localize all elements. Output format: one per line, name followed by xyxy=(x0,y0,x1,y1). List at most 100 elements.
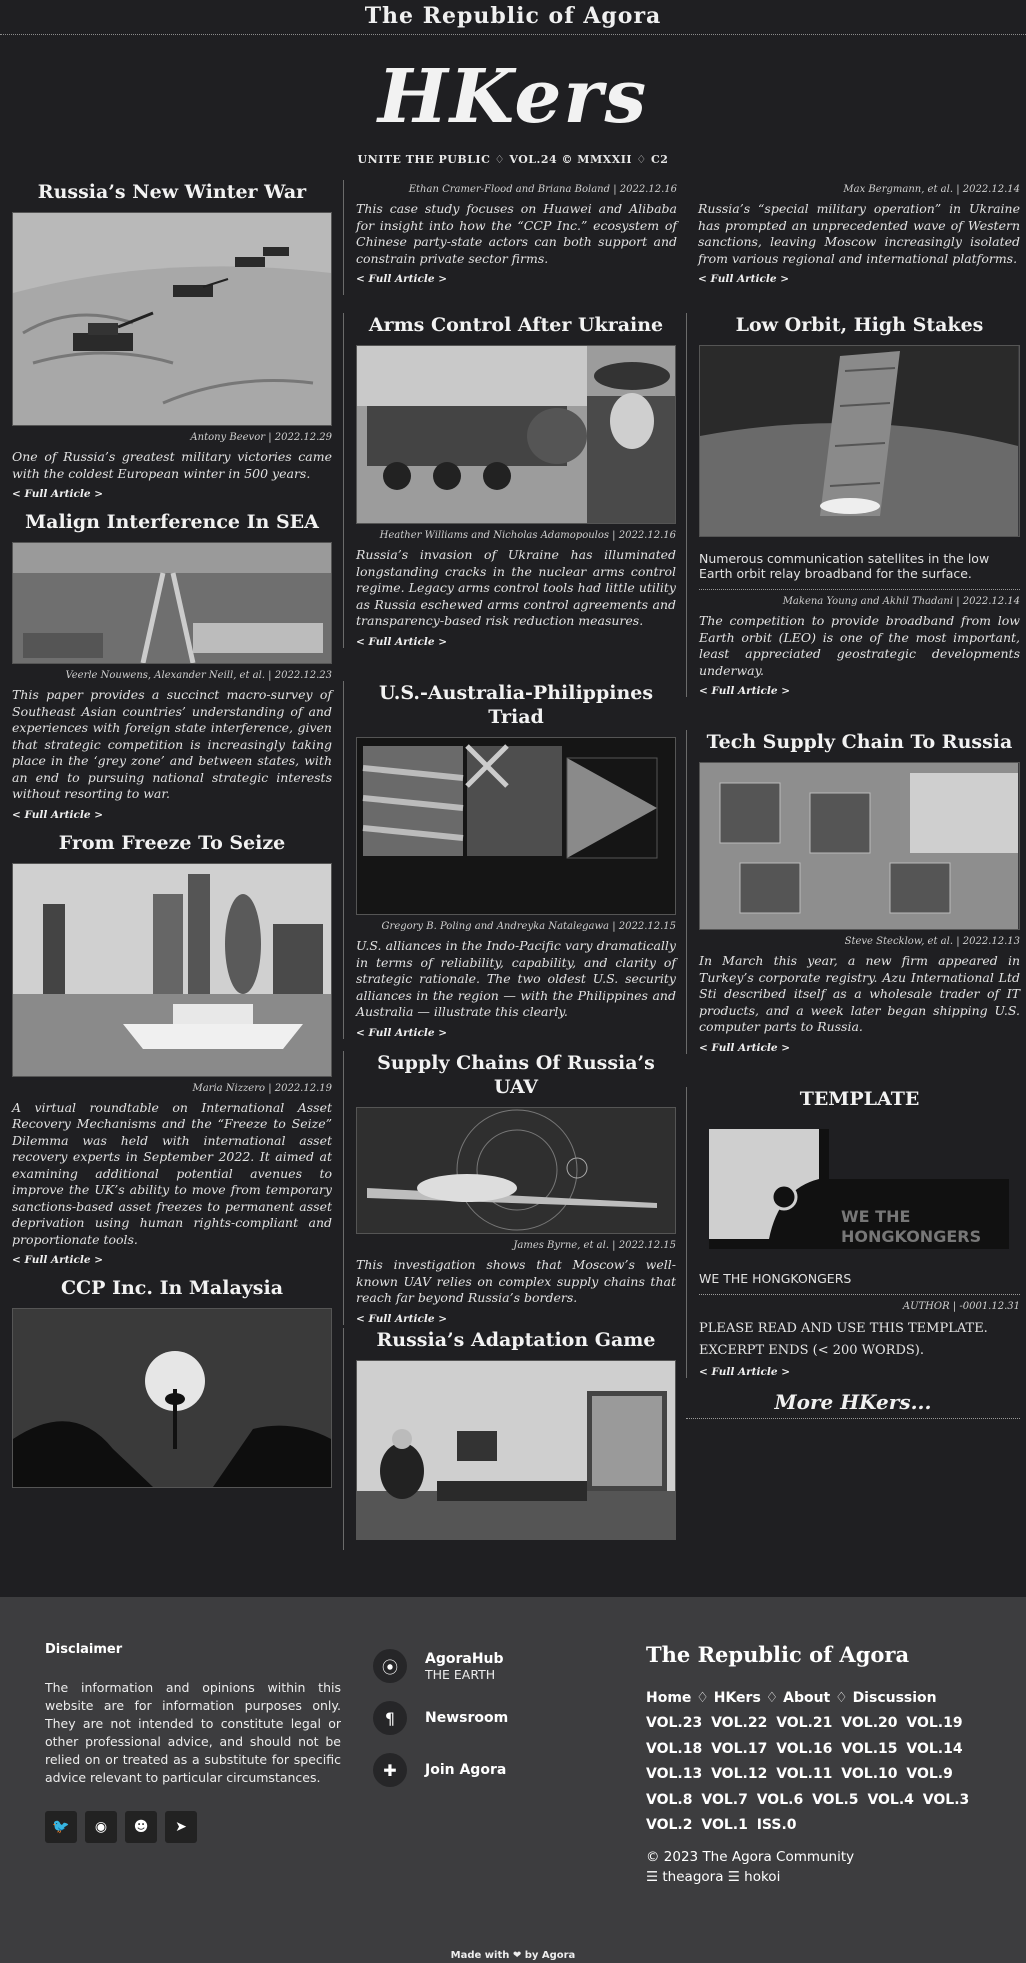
social-links: 🐦 ◉ ☻ ➤ xyxy=(45,1811,341,1843)
article-title[interactable]: Tech Supply Chain To Russia xyxy=(699,730,1020,754)
article-title[interactable]: Malign Interference In SEA xyxy=(12,510,332,534)
footer-extra-links[interactable]: ☰ theagora ☰ hokoi xyxy=(646,1867,996,1887)
article-excerpt: Russia’s “special military operation” in… xyxy=(698,201,1020,266)
agorahub-link[interactable]: ⦿ AgoraHub THE EARTH xyxy=(373,1649,623,1683)
nav-separator: ♢ xyxy=(765,1690,779,1706)
newsroom-link[interactable]: ¶ Newsroom xyxy=(373,1701,623,1735)
article-image-tanks[interactable] xyxy=(12,212,332,426)
telegram-icon[interactable]: ➤ xyxy=(165,1811,197,1843)
footer-nav: The Republic of Agora Home ♢ HKers ♢ Abo… xyxy=(646,1642,996,1887)
article-byline: Max Bergmann, et al. | 2022.12.14 xyxy=(843,184,1020,195)
volume-link[interactable]: VOL.9 xyxy=(906,1766,952,1782)
nav-about[interactable]: About xyxy=(783,1690,830,1706)
footer-links: ⦿ AgoraHub THE EARTH ¶ Newsroom ✚ Join A… xyxy=(373,1649,623,1805)
full-article-link[interactable]: < Full Article > xyxy=(12,809,332,821)
article-byline: Veerle Nouwens, Alexander Neill, et al. … xyxy=(65,670,332,681)
full-article-link[interactable]: < Full Article > xyxy=(356,636,676,648)
volume-link[interactable]: VOL.1 xyxy=(701,1817,756,1833)
article-image-missile[interactable] xyxy=(356,345,676,524)
article-title[interactable]: Supply Chains Of Russia’s UAV xyxy=(356,1051,676,1099)
twitter-icon[interactable]: 🐦 xyxy=(45,1811,77,1843)
volume-link[interactable]: VOL.10 xyxy=(841,1766,906,1782)
nav-separator: ♢ xyxy=(696,1690,709,1706)
disclaimer-section: Disclaimer The information and opinions … xyxy=(45,1642,341,1843)
github-icon[interactable]: ◉ xyxy=(85,1811,117,1843)
article-byline: Steve Stecklow, et al. | 2022.12.13 xyxy=(844,936,1020,947)
article-image-chips[interactable] xyxy=(699,762,1020,930)
article-image-flags[interactable] xyxy=(356,737,676,915)
article-excerpt: A virtual roundtable on International As… xyxy=(12,1099,332,1247)
article-title[interactable]: Low Orbit, High Stakes xyxy=(699,313,1020,337)
article-image-london[interactable] xyxy=(12,862,332,1077)
volume-link[interactable]: VOL.17 xyxy=(711,1741,776,1757)
join-agora-link[interactable]: ✚ Join Agora xyxy=(373,1753,623,1787)
volume-link[interactable]: VOL.2 xyxy=(646,1817,701,1833)
paragraph-icon: ¶ xyxy=(373,1701,407,1735)
full-article-link[interactable]: < Full Article > xyxy=(699,1366,1020,1378)
article-image-drone[interactable] xyxy=(356,1107,676,1234)
nav-separator: ♢ xyxy=(835,1690,848,1706)
volume-link[interactable]: VOL.4 xyxy=(867,1792,922,1808)
copyright: © 2023 The Agora Community xyxy=(646,1848,855,1865)
nav-discussion[interactable]: Discussion xyxy=(853,1690,937,1706)
full-article-link[interactable]: < Full Article > xyxy=(698,273,1020,285)
volume-link[interactable]: VOL.5 xyxy=(812,1792,867,1808)
made-with-credit: Made with ❤ by Agora xyxy=(450,1950,576,1961)
full-article-link[interactable]: < Full Article > xyxy=(356,273,677,285)
full-article-link[interactable]: < Full Article > xyxy=(356,1027,676,1039)
article-title[interactable]: Russia’s Adaptation Game xyxy=(356,1328,676,1352)
footer-brand[interactable]: The Republic of Agora xyxy=(646,1642,996,1667)
article-title[interactable]: CCP Inc. In Malaysia xyxy=(12,1276,332,1300)
volume-link[interactable]: VOL.20 xyxy=(841,1715,906,1731)
full-article-link[interactable]: < Full Article > xyxy=(356,1313,676,1325)
article-byline: Ethan Cramer-Flood and Briana Boland | 2… xyxy=(408,184,677,195)
reddit-icon[interactable]: ☻ xyxy=(125,1811,157,1843)
hkers-logo[interactable]: HKers xyxy=(0,47,1026,147)
volume-link[interactable]: VOL.7 xyxy=(701,1792,756,1808)
right-stack: Low Orbit, High Stakes Numerous communic… xyxy=(686,313,1020,707)
volume-link[interactable]: ISS.0 xyxy=(757,1817,797,1833)
volume-link[interactable]: VOL.16 xyxy=(776,1741,841,1757)
middle-stack: U.S.-Australia-Philippines Triad Gregory… xyxy=(343,681,676,1049)
volume-link[interactable]: VOL.21 xyxy=(776,1715,841,1731)
volume-link[interactable]: VOL.15 xyxy=(841,1741,906,1757)
article-excerpt: This case study focuses on Huawei and Al… xyxy=(356,201,677,266)
template-image[interactable]: WE THE HONGKONGERS xyxy=(699,1119,1020,1259)
nav-home[interactable]: Home xyxy=(646,1690,691,1706)
article-image-highway[interactable] xyxy=(12,542,332,664)
volume-link[interactable]: VOL.3 xyxy=(923,1792,969,1808)
full-article-link[interactable]: < Full Article > xyxy=(699,1042,1020,1054)
volume-link[interactable]: VOL.23 xyxy=(646,1715,711,1731)
full-article-link[interactable]: < Full Article > xyxy=(12,1254,332,1266)
article-image-sunset[interactable] xyxy=(12,1308,332,1488)
full-article-link[interactable]: < Full Article > xyxy=(699,685,1020,697)
article-title[interactable]: U.S.-Australia-Philippines Triad xyxy=(356,681,676,729)
article-title[interactable]: TEMPLATE xyxy=(699,1087,1020,1111)
middle-stack: Supply Chains Of Russia’s UAV James Byrn… xyxy=(343,1051,676,1335)
republic-title[interactable]: The Republic of Agora xyxy=(365,3,662,29)
volume-link[interactable]: VOL.11 xyxy=(776,1766,841,1782)
tagline: UNITE THE PUBLIC ♢ VOL.24 © MMXXII ♢ C2 xyxy=(357,153,669,166)
volume-link[interactable]: VOL.18 xyxy=(646,1741,711,1757)
volume-link[interactable]: VOL.12 xyxy=(711,1766,776,1782)
article-image-satellite[interactable] xyxy=(699,345,1020,537)
volume-link[interactable]: VOL.6 xyxy=(757,1792,812,1808)
volume-link[interactable]: VOL.22 xyxy=(711,1715,776,1731)
article-image-meeting[interactable] xyxy=(356,1360,676,1540)
article-excerpt: U.S. alliances in the Indo-Pacific vary … xyxy=(356,938,676,1019)
volume-link[interactable]: VOL.13 xyxy=(646,1766,711,1782)
article-title[interactable]: Arms Control After Ukraine xyxy=(356,313,676,337)
location-pin-icon: ⦿ xyxy=(373,1649,407,1683)
agorahub-sub: THE EARTH xyxy=(425,1666,496,1682)
nav-hkers[interactable]: HKers xyxy=(714,1690,761,1706)
image-caption: Numerous communication satellites in the… xyxy=(699,551,990,581)
article-title[interactable]: From Freeze To Seize xyxy=(12,831,332,855)
disclaimer-text: The information and opinions within this… xyxy=(45,1680,341,1785)
volume-link[interactable]: VOL.8 xyxy=(646,1792,701,1808)
article-title[interactable]: Russia’s New Winter War xyxy=(12,180,332,204)
more-hkers-link[interactable]: More HKers... xyxy=(686,1390,1020,1419)
full-article-link[interactable]: < Full Article > xyxy=(12,488,332,500)
column-middle: Ethan Cramer-Flood and Briana Boland | 2… xyxy=(343,180,677,295)
volume-link[interactable]: VOL.14 xyxy=(906,1741,962,1757)
volume-link[interactable]: VOL.19 xyxy=(906,1715,962,1731)
